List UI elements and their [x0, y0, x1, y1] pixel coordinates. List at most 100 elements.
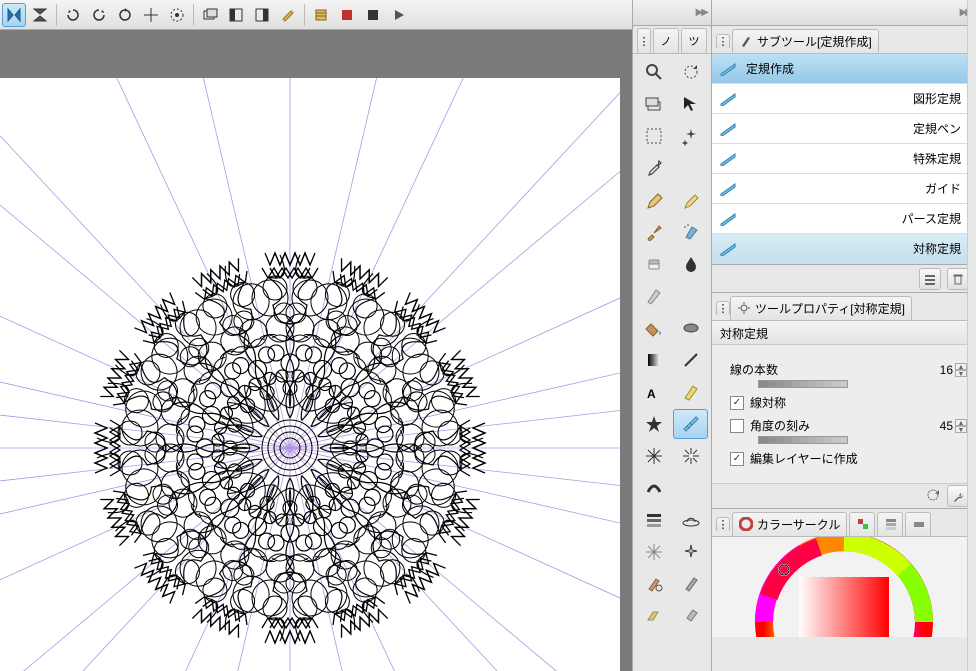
- pen-tool[interactable]: [636, 185, 671, 215]
- contour-tool[interactable]: [636, 345, 671, 375]
- saturated-line-tool[interactable]: [636, 441, 671, 471]
- play-button[interactable]: [387, 3, 411, 27]
- color-handle[interactable]: ⋮: [716, 517, 730, 531]
- blend-tool[interactable]: [673, 249, 708, 279]
- flip-horizontal-button[interactable]: [2, 3, 26, 27]
- text-tool[interactable]: A: [636, 377, 671, 407]
- subtool-item-perspective-ruler[interactable]: パース定規: [712, 204, 975, 234]
- rotate-cw-button[interactable]: [87, 3, 111, 27]
- tool-property-tab[interactable]: ツールプロパティ[対称定規]: [730, 296, 912, 320]
- mesh-tool[interactable]: [636, 537, 671, 567]
- subtool-tab-main[interactable]: サブツール[定規作成]: [732, 29, 879, 53]
- chevron-right-icon: ▶▶: [696, 7, 707, 18]
- tool-palette-header[interactable]: ▶▶: [633, 0, 711, 26]
- subtool-item-shape-ruler[interactable]: 図形定規: [712, 84, 975, 114]
- subtool-delete-button[interactable]: [947, 268, 969, 290]
- tool-property-handle[interactable]: ⋮: [716, 301, 730, 315]
- angle-down[interactable]: ▼: [955, 426, 967, 433]
- marquee-tool[interactable]: [636, 121, 671, 151]
- subtool-item-create-ruler[interactable]: 定規作成: [712, 54, 975, 84]
- zoom-tool[interactable]: [636, 57, 671, 87]
- rotate-view-tool[interactable]: [673, 57, 708, 87]
- sparkle-tool[interactable]: [673, 537, 708, 567]
- color-circle-body[interactable]: [712, 537, 975, 637]
- color-tab[interactable]: カラーサークル: [732, 512, 847, 536]
- airbrush-tool[interactable]: [673, 217, 708, 247]
- color-panel-title: カラーサークル: [757, 516, 840, 533]
- view-left-button[interactable]: [224, 3, 248, 27]
- archive-button[interactable]: [309, 3, 333, 27]
- edit-layer-checkbox[interactable]: ✓: [730, 452, 744, 466]
- crosshair-button[interactable]: [139, 3, 163, 27]
- panel-tool[interactable]: [636, 409, 671, 439]
- object-select-tool[interactable]: [673, 89, 708, 119]
- move-layer-tool[interactable]: [636, 89, 671, 119]
- eraser-tool[interactable]: [636, 249, 671, 279]
- subtool-menu-button[interactable]: [919, 268, 941, 290]
- record-button[interactable]: [335, 3, 359, 27]
- balloon-tool[interactable]: [673, 377, 708, 407]
- line-tool[interactable]: [673, 345, 708, 375]
- brush-tool[interactable]: [636, 217, 671, 247]
- angle-slider[interactable]: [758, 436, 848, 444]
- lines-value: 16: [925, 363, 953, 377]
- reset-rotation-button[interactable]: [113, 3, 137, 27]
- prop-edit-layer-row[interactable]: ✓ 編集レイヤーに作成: [730, 450, 967, 467]
- subtool-label: 定規作成: [746, 60, 967, 77]
- canvas[interactable]: [0, 78, 620, 671]
- angle-up[interactable]: ▲: [955, 419, 967, 426]
- blur-tool[interactable]: [636, 281, 671, 311]
- zoom-fit-button[interactable]: [165, 3, 189, 27]
- transform-button[interactable]: [276, 3, 300, 27]
- new-window-button[interactable]: [198, 3, 222, 27]
- color-tab-3[interactable]: [877, 512, 903, 536]
- line-symmetry-checkbox[interactable]: ✓: [730, 396, 744, 410]
- linework-tool[interactable]: [636, 473, 671, 503]
- prop-line-symmetry-row[interactable]: ✓ 線対称: [730, 394, 967, 411]
- color-tab-4[interactable]: [905, 512, 931, 536]
- property-wrench-button[interactable]: [947, 485, 969, 507]
- tool-property-subtitle: 対称定規: [712, 321, 975, 345]
- tool-property-title: ツールプロパティ[対称定規]: [755, 300, 905, 317]
- grab-tool[interactable]: [673, 569, 708, 599]
- fill-tool[interactable]: [636, 313, 671, 343]
- tab-tool[interactable]: ツ: [681, 28, 707, 53]
- lines-up[interactable]: ▲: [955, 363, 967, 370]
- angle-value: 45: [925, 419, 953, 433]
- subtool-handle[interactable]: ⋮: [716, 34, 730, 48]
- divide-tool[interactable]: [636, 505, 671, 535]
- property-reset-icon[interactable]: [925, 487, 941, 506]
- subtool-item-ruler-pen[interactable]: 定規ペン: [712, 114, 975, 144]
- angle-step-checkbox[interactable]: [730, 419, 744, 433]
- subtool-item-guide[interactable]: ガイド: [712, 174, 975, 204]
- subtool-item-special-ruler[interactable]: 特殊定規: [712, 144, 975, 174]
- ruler-tool[interactable]: [673, 409, 708, 439]
- hat-tool[interactable]: [673, 505, 708, 535]
- lines-slider[interactable]: [758, 380, 848, 388]
- color-tab-2[interactable]: [849, 512, 875, 536]
- lines-down[interactable]: ▼: [955, 370, 967, 377]
- angle-stepper[interactable]: 45 ▲▼: [925, 419, 967, 433]
- gear-icon: [737, 301, 751, 315]
- eyedropper-tool[interactable]: [636, 153, 671, 183]
- flip-vertical-button[interactable]: [28, 3, 52, 27]
- rotate-ccw-button[interactable]: [61, 3, 85, 27]
- 3d-tool[interactable]: [673, 601, 708, 631]
- empty-3: [673, 473, 708, 503]
- wand-tool[interactable]: [673, 121, 708, 151]
- tool-tabs-handle[interactable]: ⋮: [637, 28, 651, 53]
- correction-tool[interactable]: [636, 569, 671, 599]
- stream-line-tool[interactable]: [673, 441, 708, 471]
- subtool-item-symmetry-ruler[interactable]: 対称定規: [712, 234, 975, 264]
- subtool-panel-header[interactable]: ▶▶: [712, 0, 975, 26]
- lines-stepper[interactable]: 16 ▲▼: [925, 363, 967, 377]
- stop-button[interactable]: [361, 3, 385, 27]
- subtool-tabs: ⋮ サブツール[定規作成]: [712, 26, 975, 54]
- pencil-tool[interactable]: [673, 185, 708, 215]
- empty-1: [673, 153, 708, 183]
- gradient-tool[interactable]: [673, 313, 708, 343]
- view-right-button[interactable]: [250, 3, 274, 27]
- tab-brush[interactable]: ノ: [653, 28, 679, 53]
- line-symmetry-label: 線対称: [750, 394, 786, 411]
- move-pattern-tool[interactable]: [636, 601, 671, 631]
